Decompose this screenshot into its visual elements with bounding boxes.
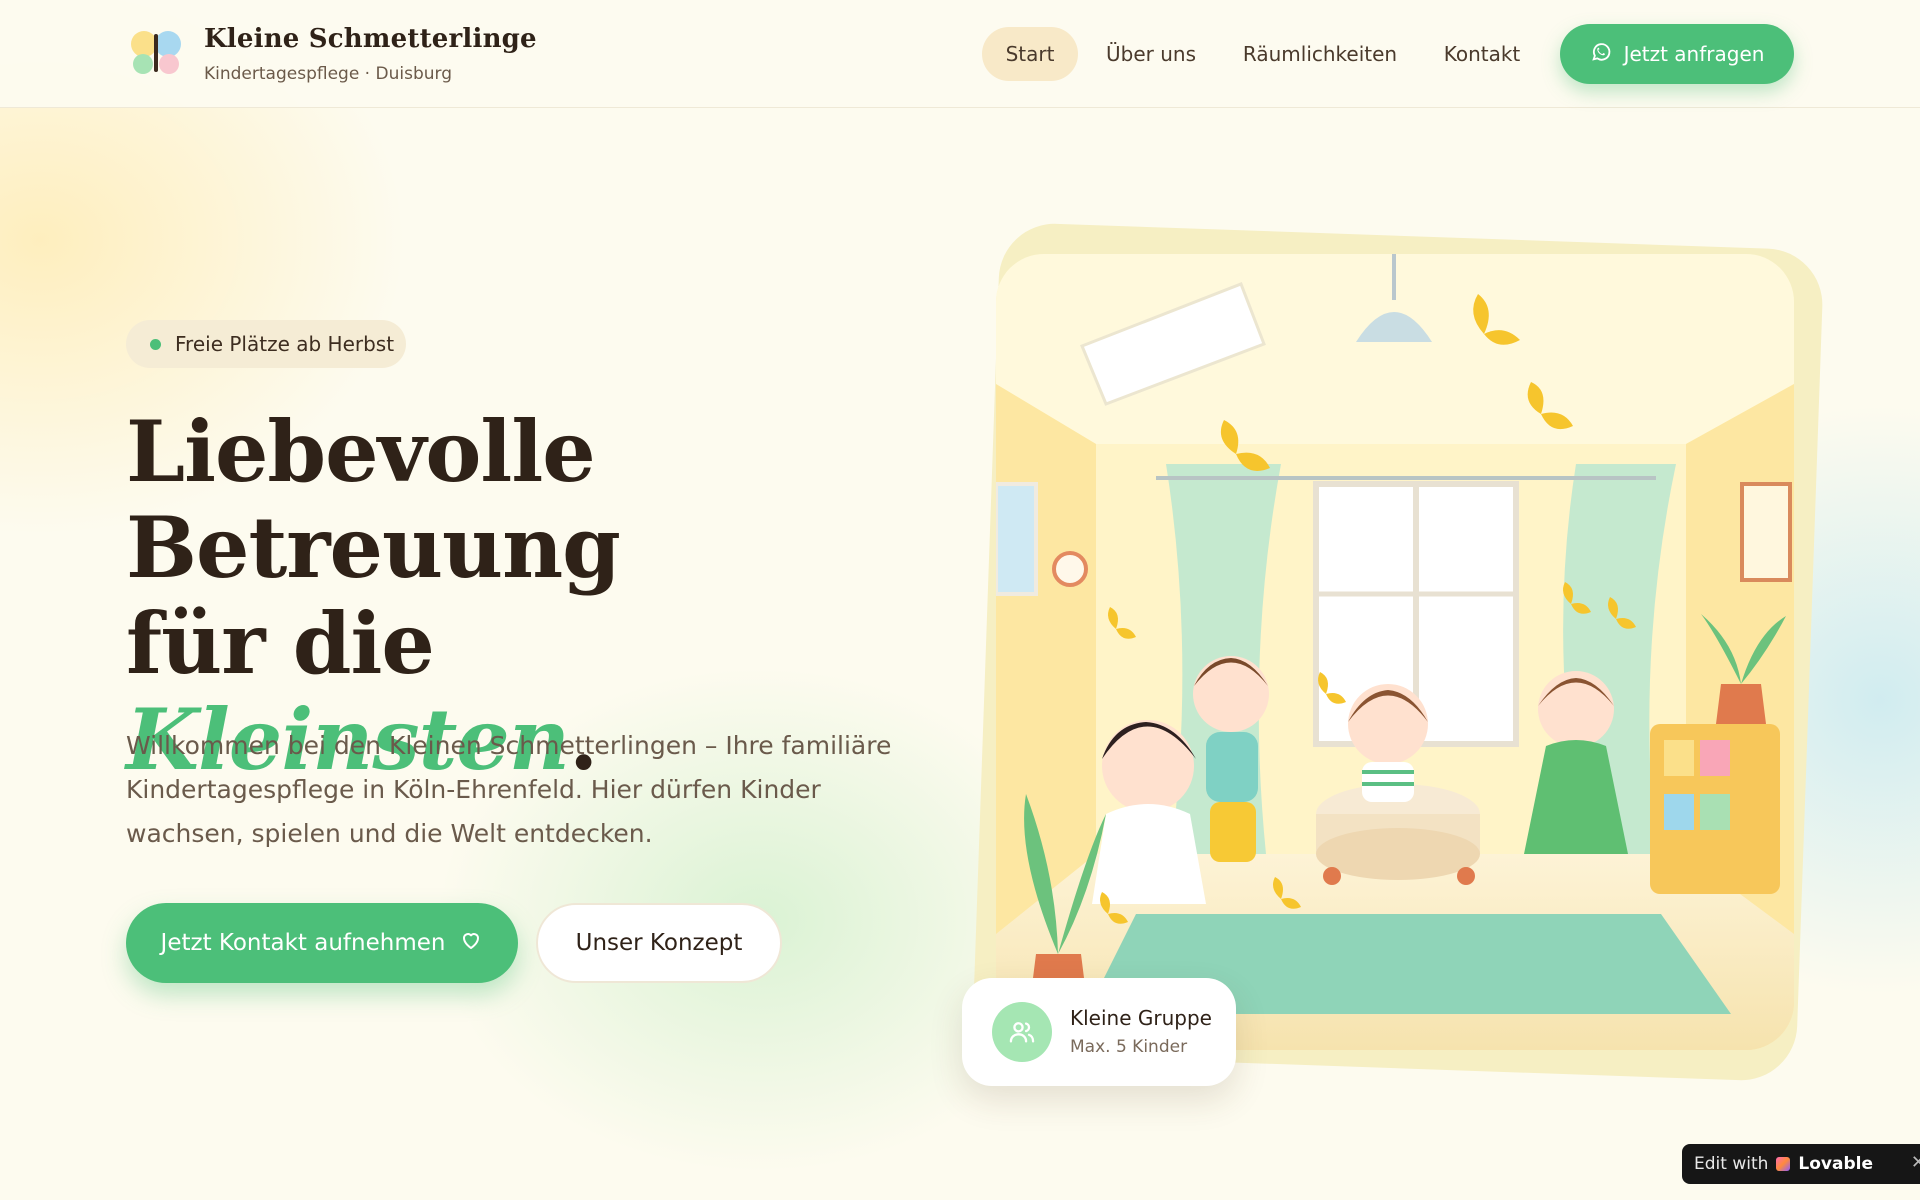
- small-group-card: Kleine Gruppe Max. 5 Kinder: [962, 978, 1236, 1086]
- availability-badge: Freie Plätze ab Herbst: [126, 320, 406, 368]
- headline-line-3-prefix: für die: [126, 594, 435, 693]
- hero-intro-text: Willkommen bei den Kleinen Schmetterling…: [126, 731, 892, 848]
- lovable-logo-icon: [1776, 1157, 1791, 1171]
- headline-line-2: Betreuung: [126, 498, 621, 597]
- brand-subtitle: Kindertagespflege · Duisburg: [204, 64, 452, 84]
- headline-line-1: Liebevolle: [126, 402, 596, 501]
- users-icon: [992, 1002, 1052, 1062]
- concept-button[interactable]: Unser Konzept: [536, 903, 782, 983]
- availability-badge-text: Freie Plätze ab Herbst: [175, 332, 395, 356]
- heart-icon: [459, 928, 483, 958]
- whatsapp-icon: [1590, 41, 1612, 68]
- brand-title[interactable]: Kleine Schmetterlinge: [204, 24, 537, 54]
- contact-button[interactable]: Jetzt Kontakt aufnehmen: [126, 903, 518, 983]
- edit-with-lovable-badge[interactable]: Edit with Lovable ✕: [1682, 1144, 1920, 1184]
- jetzt-anfragen-label: Jetzt anfragen: [1623, 42, 1765, 66]
- nav-raeumlichkeiten[interactable]: Räumlichkeiten: [1236, 27, 1404, 81]
- hero-illustration: [996, 254, 1794, 1050]
- jetzt-anfragen-button[interactable]: Jetzt anfragen: [1560, 24, 1794, 84]
- nav-ueber-uns[interactable]: Über uns: [1098, 27, 1204, 81]
- nav-kontakt[interactable]: Kontakt: [1432, 27, 1532, 81]
- butterfly-logo-icon[interactable]: [130, 28, 182, 78]
- site-header: Kleine Schmetterlinge Kindertagespflege …: [0, 0, 1920, 108]
- lovable-prefix: Edit with: [1694, 1154, 1769, 1174]
- nav-start[interactable]: Start: [982, 27, 1078, 81]
- contact-button-label: Jetzt Kontakt aufnehmen: [160, 930, 446, 956]
- lovable-brand: Lovable: [1798, 1154, 1873, 1174]
- status-dot: [150, 338, 161, 350]
- close-icon[interactable]: ✕: [1911, 1152, 1920, 1173]
- small-group-subtitle: Max. 5 Kinder: [1070, 1037, 1188, 1057]
- small-group-title: Kleine Gruppe: [1070, 1006, 1212, 1030]
